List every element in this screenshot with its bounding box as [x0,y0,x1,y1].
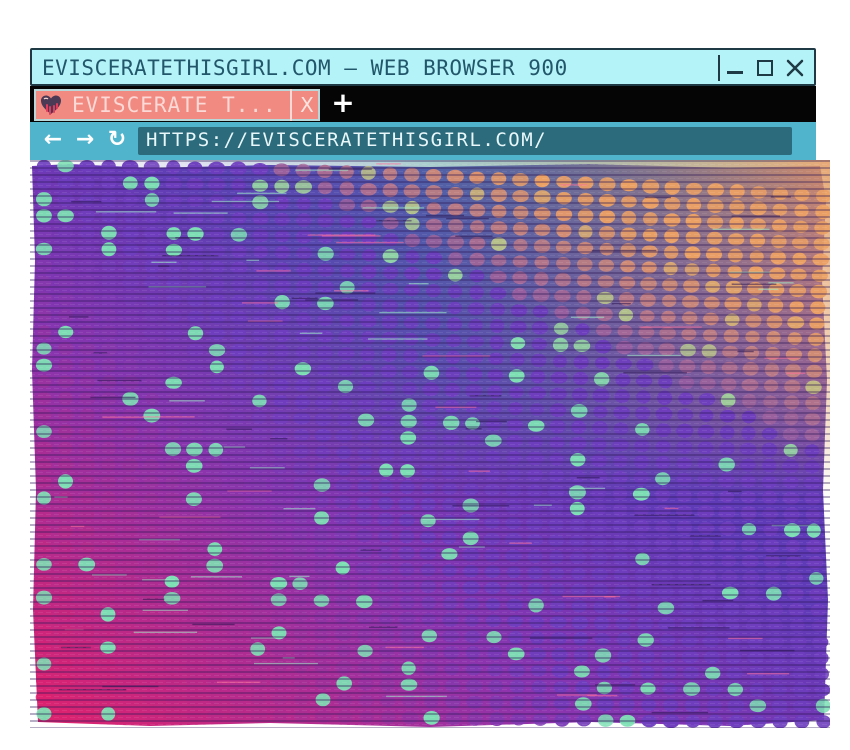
window-controls [718,52,810,84]
close-tab-icon: X [300,93,314,117]
tab-eviscerate[interactable]: EVISCERATE T... X [34,89,320,121]
minimize-icon [727,70,743,74]
browser-window: EVISCERATETHISGIRL.COM — WEB BROWSER 900 [30,48,830,728]
minimize-button[interactable] [718,53,750,83]
new-tab-button[interactable]: + [328,88,358,118]
back-button[interactable]: ← [42,128,64,152]
glitch-artwork [30,160,830,728]
reload-button[interactable]: ↻ [106,128,128,152]
forward-button[interactable]: → [74,128,96,152]
navigation-bar: ← → ↻ HTTPS://EVISCERATETHISGIRL.COM/ [30,122,816,160]
tab-close-button[interactable]: X [290,89,322,121]
tab-label: EVISCERATE T... [72,93,277,117]
page-content[interactable] [30,160,830,728]
tab-bar: EVISCERATE T... X + [30,86,816,122]
address-bar[interactable]: HTTPS://EVISCERATETHISGIRL.COM/ [138,127,792,155]
window-title: EVISCERATETHISGIRL.COM — WEB BROWSER 900 [42,56,568,80]
url-text: HTTPS://EVISCERATETHISGIRL.COM/ [146,129,548,151]
close-icon [786,59,804,77]
maximize-button[interactable] [750,53,780,83]
title-bar[interactable]: EVISCERATETHISGIRL.COM — WEB BROWSER 900 [30,48,816,86]
close-window-button[interactable] [780,53,810,83]
bleeding-heart-icon [41,95,61,115]
page: EVISCERATETHISGIRL.COM — WEB BROWSER 900 [0,0,850,750]
scanlines [30,160,830,728]
maximize-icon [757,60,773,76]
